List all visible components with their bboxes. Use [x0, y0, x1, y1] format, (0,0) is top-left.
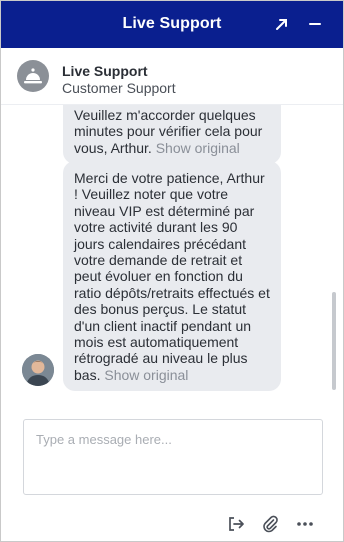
message-list[interactable]: Veuillez m'accorder quelques minutes pou… [1, 105, 343, 401]
user-avatar [22, 354, 54, 386]
agent-bar: Live Support Customer Support [1, 48, 343, 105]
user-photo-icon [22, 354, 54, 386]
popout-arrow-icon [276, 19, 287, 30]
message-bubble: Merci de votre patience, Arthur ! Veuill… [63, 161, 281, 392]
minimize-icon [309, 23, 321, 25]
popout-button[interactable] [271, 13, 293, 35]
attach-button[interactable] [260, 514, 280, 534]
show-original-link[interactable]: Show original [104, 367, 188, 383]
scrollbar[interactable] [332, 292, 336, 390]
chat-widget: Live Support Live Support Customer Suppo… [0, 0, 344, 542]
chat-header: Live Support [1, 1, 343, 48]
composer-toolbar [1, 505, 343, 541]
end-chat-button[interactable] [226, 514, 246, 534]
message-composer [23, 419, 323, 495]
agent-name: Live Support [62, 63, 148, 79]
message-text: Merci de votre patience, Arthur ! Veuill… [74, 170, 270, 383]
paperclip-icon [263, 515, 278, 533]
more-options-button[interactable] [295, 514, 315, 534]
agent-avatar [17, 60, 49, 92]
service-bell-icon [24, 68, 42, 84]
message-bubble: Veuillez m'accorder quelques minutes pou… [63, 105, 281, 165]
exit-icon [229, 517, 244, 531]
more-icon [297, 522, 313, 526]
message-input[interactable] [24, 420, 322, 494]
show-original-link[interactable]: Show original [156, 140, 240, 156]
minimize-button[interactable] [304, 13, 326, 35]
agent-role: Customer Support [62, 80, 176, 96]
